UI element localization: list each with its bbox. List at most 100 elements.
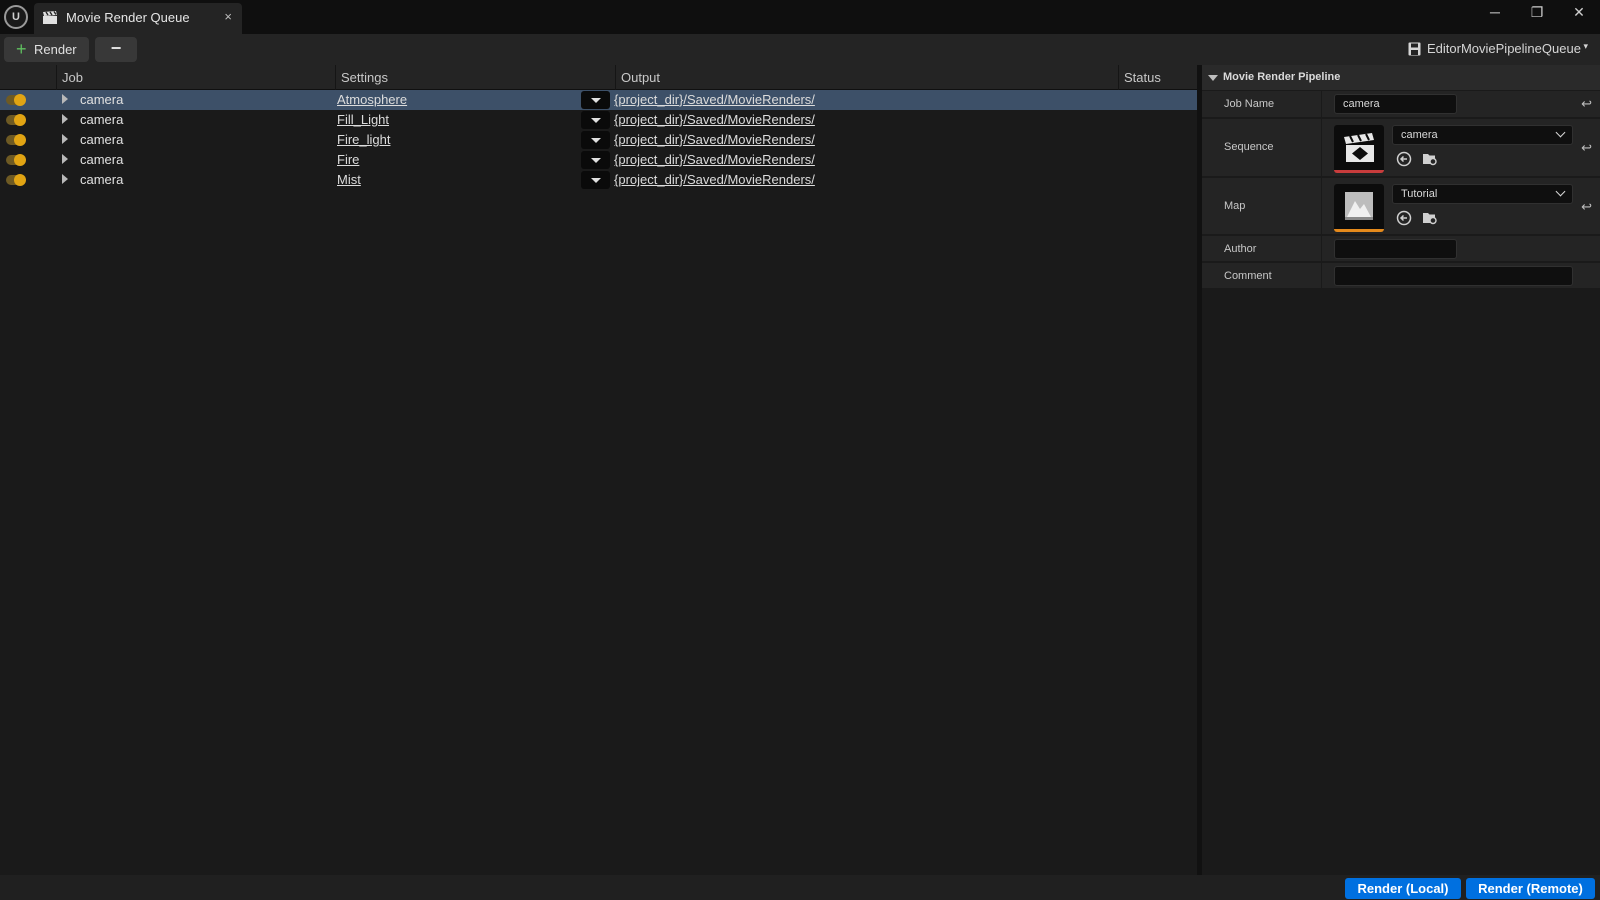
property-row-comment: Comment — [1202, 263, 1600, 289]
column-divider — [1321, 119, 1322, 176]
property-row-sequence: Sequence camera ↩ — [1202, 119, 1600, 177]
job-enabled-toggle[interactable] — [6, 134, 26, 146]
bottom-bar: Render (Local) Render (Remote) — [0, 875, 1600, 900]
close-window-button[interactable]: ✕ — [1558, 0, 1600, 24]
job-row[interactable]: camera Fire_light {project_dir}/Saved/Mo… — [0, 130, 1197, 150]
job-queue-panel: Job Settings Output Status camera Atmosp… — [0, 65, 1197, 875]
section-title: Movie Render Pipeline — [1223, 71, 1341, 83]
render-remote-button[interactable]: Render (Remote) — [1466, 878, 1595, 899]
sequence-asset-combo[interactable]: camera — [1392, 125, 1573, 145]
chevron-down-icon — [1555, 186, 1566, 197]
remove-job-button[interactable]: − — [95, 37, 137, 62]
map-label: Map — [1224, 200, 1246, 212]
job-settings-link[interactable]: Mist — [337, 172, 361, 187]
queue-menu-button[interactable]: EditorMoviePipelineQueue ▾ — [1408, 40, 1588, 60]
find-in-content-browser-icon[interactable] — [1422, 210, 1438, 226]
job-name: camera — [80, 152, 124, 167]
unreal-logo-icon[interactable]: U — [4, 5, 28, 29]
sequence-value: camera — [1401, 129, 1438, 141]
render-button-label: Render — [34, 42, 77, 57]
job-row[interactable]: camera Mist {project_dir}/Saved/MovieRen… — [0, 170, 1197, 190]
save-icon — [1408, 42, 1421, 56]
column-header-row: Job Settings Output Status — [0, 65, 1197, 90]
tab-movie-render-queue[interactable]: Movie Render Queue × — [34, 3, 242, 34]
render-local-button[interactable]: Render (Local) — [1345, 878, 1461, 899]
tab-title: Movie Render Queue — [66, 10, 190, 25]
column-header-output[interactable]: Output — [615, 65, 1118, 90]
job-name: camera — [80, 132, 124, 147]
job-enabled-toggle[interactable] — [6, 94, 26, 106]
tab-close-icon[interactable]: × — [224, 9, 232, 24]
property-row-author: Author — [1202, 236, 1600, 262]
title-bar: U Movie Render Queue × ─ ❐ ✕ — [0, 0, 1600, 34]
expand-arrow-icon[interactable] — [62, 134, 68, 144]
column-header-settings[interactable]: Settings — [335, 65, 615, 90]
settings-dropdown-button[interactable] — [581, 171, 610, 189]
find-in-content-browser-icon[interactable] — [1422, 151, 1438, 167]
column-divider — [1321, 91, 1322, 117]
settings-dropdown-button[interactable] — [581, 111, 610, 129]
job-name-label: Job Name — [1224, 98, 1275, 110]
job-row[interactable]: camera Fill_Light {project_dir}/Saved/Mo… — [0, 110, 1197, 130]
job-output-link[interactable]: {project_dir}/Saved/MovieRenders/ — [614, 132, 815, 147]
restore-button[interactable]: ❐ — [1516, 0, 1558, 24]
chevron-down-icon — [1555, 127, 1566, 138]
author-label: Author — [1224, 243, 1257, 255]
map-value: Tutorial — [1401, 188, 1438, 200]
comment-label: Comment — [1224, 270, 1272, 282]
browse-to-asset-icon[interactable] — [1396, 151, 1412, 167]
property-row-map: Map Tutorial ↩ — [1202, 178, 1600, 235]
job-enabled-toggle[interactable] — [6, 174, 26, 186]
sequence-label: Sequence — [1224, 141, 1274, 153]
job-output-link[interactable]: {project_dir}/Saved/MovieRenders/ — [614, 92, 815, 107]
expand-arrow-icon[interactable] — [62, 94, 68, 104]
job-output-link[interactable]: {project_dir}/Saved/MovieRenders/ — [614, 152, 815, 167]
job-row[interactable]: camera Fire {project_dir}/Saved/MovieRen… — [0, 150, 1197, 170]
column-header-enabled[interactable] — [0, 65, 56, 90]
level-sequence-icon — [1344, 133, 1374, 162]
reset-to-default-icon[interactable]: ↩ — [1581, 96, 1592, 112]
job-enabled-toggle[interactable] — [6, 114, 26, 126]
comment-field[interactable] — [1334, 266, 1573, 286]
job-settings-link[interactable]: Fire — [337, 152, 359, 167]
add-render-button[interactable]: + Render — [4, 37, 89, 62]
map-asset-combo[interactable]: Tutorial — [1392, 184, 1573, 204]
job-output-link[interactable]: {project_dir}/Saved/MovieRenders/ — [614, 112, 815, 127]
expand-arrow-icon[interactable] — [62, 114, 68, 124]
minimize-button[interactable]: ─ — [1474, 0, 1516, 24]
browse-to-asset-icon[interactable] — [1396, 210, 1412, 226]
reset-to-default-icon[interactable]: ↩ — [1581, 199, 1592, 215]
section-header-movie-render-pipeline[interactable]: Movie Render Pipeline — [1202, 65, 1600, 90]
plus-icon: + — [16, 39, 27, 59]
level-map-icon — [1345, 192, 1373, 220]
property-row-job-name: Job Name ↩ — [1202, 91, 1600, 118]
job-row[interactable]: camera Atmosphere {project_dir}/Saved/Mo… — [0, 90, 1197, 110]
job-name: camera — [80, 92, 124, 107]
toolbar: + Render − EditorMoviePipelineQueue ▾ — [0, 34, 1600, 65]
author-field[interactable] — [1334, 239, 1457, 259]
expand-arrow-icon[interactable] — [62, 174, 68, 184]
job-name-field[interactable] — [1334, 94, 1457, 114]
expand-arrow-icon[interactable] — [62, 154, 68, 164]
map-thumbnail[interactable] — [1334, 184, 1384, 232]
job-enabled-toggle[interactable] — [6, 154, 26, 166]
column-header-status[interactable]: Status — [1118, 65, 1197, 90]
job-name: camera — [80, 172, 124, 187]
collapse-caret-icon[interactable] — [1208, 75, 1218, 81]
job-settings-link[interactable]: Atmosphere — [337, 92, 407, 107]
column-header-job[interactable]: Job — [56, 65, 335, 90]
column-divider — [1321, 178, 1322, 234]
chevron-down-icon: ▾ — [1583, 41, 1588, 51]
settings-dropdown-button[interactable] — [581, 91, 610, 109]
settings-dropdown-button[interactable] — [581, 131, 610, 149]
column-divider — [1321, 236, 1322, 261]
details-panel: Movie Render Pipeline Job Name ↩ Sequenc… — [1202, 65, 1600, 875]
job-output-link[interactable]: {project_dir}/Saved/MovieRenders/ — [614, 172, 815, 187]
column-divider — [1321, 263, 1322, 288]
queue-name: EditorMoviePipelineQueue — [1427, 41, 1581, 56]
settings-dropdown-button[interactable] — [581, 151, 610, 169]
job-settings-link[interactable]: Fire_light — [337, 132, 390, 147]
job-settings-link[interactable]: Fill_Light — [337, 112, 389, 127]
sequence-thumbnail[interactable] — [1334, 125, 1384, 173]
reset-to-default-icon[interactable]: ↩ — [1581, 140, 1592, 156]
